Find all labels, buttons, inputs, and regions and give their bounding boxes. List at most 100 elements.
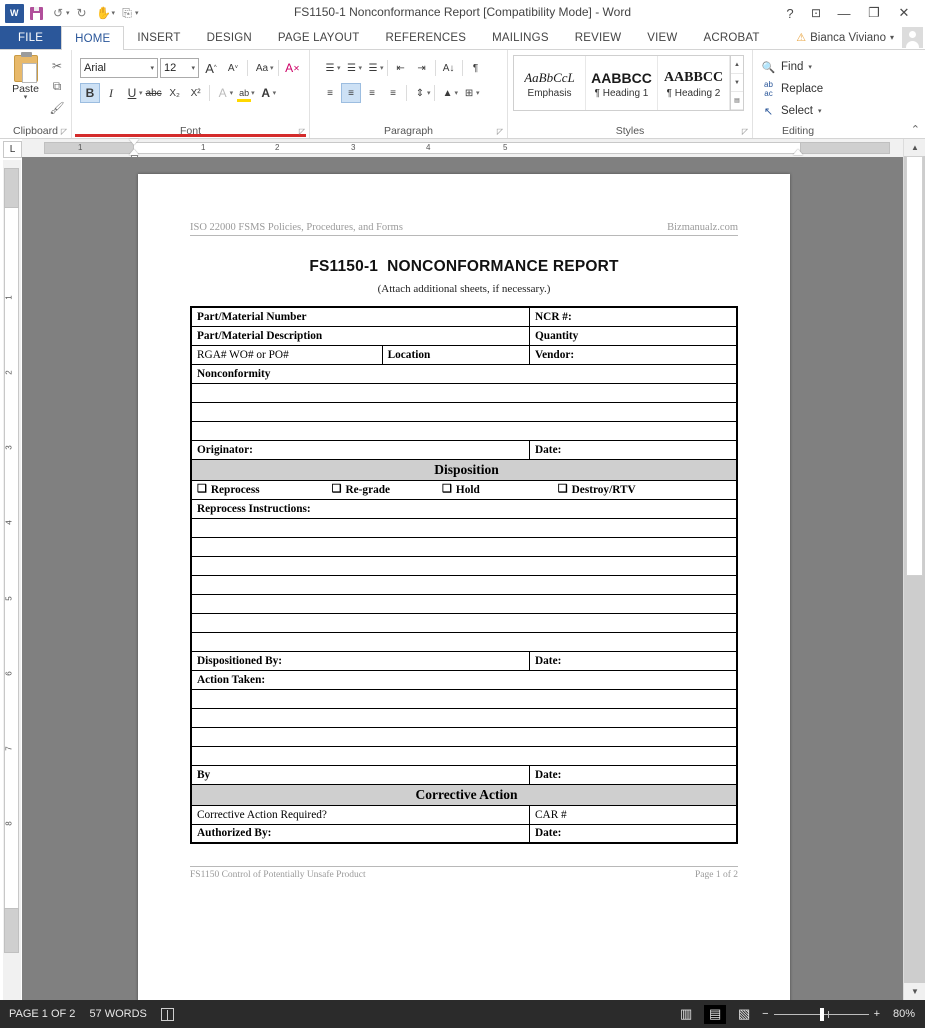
tab-design[interactable]: DESIGN bbox=[194, 26, 265, 49]
find-button[interactable]: 🔍 Find ▾ bbox=[758, 57, 812, 77]
form-blank-cell[interactable] bbox=[190, 593, 738, 614]
form-row[interactable] bbox=[190, 631, 738, 652]
copy-icon[interactable]: ⧉ bbox=[48, 78, 66, 95]
form-row[interactable] bbox=[190, 688, 738, 709]
line-spacing-caret[interactable]: ▾ bbox=[427, 89, 431, 97]
checkbox-option-re-grade[interactable]: ❑ Re-grade bbox=[332, 484, 390, 496]
form-row[interactable] bbox=[190, 555, 738, 576]
form-blank-cell[interactable] bbox=[190, 574, 738, 595]
form-row[interactable]: By Date: bbox=[190, 764, 738, 785]
form-blank-cell[interactable] bbox=[190, 555, 738, 576]
tab-insert[interactable]: INSERT bbox=[124, 26, 193, 49]
scrollbar-track[interactable] bbox=[904, 156, 925, 983]
form-row[interactable]: Authorized By: Date: bbox=[190, 823, 738, 844]
zoom-track[interactable] bbox=[773, 1007, 869, 1021]
form-blank-cell[interactable] bbox=[190, 745, 738, 766]
horizontal-ruler[interactable]: 1 1 2 3 4 5 bbox=[22, 139, 903, 160]
form-row[interactable]: Nonconformity bbox=[190, 363, 738, 384]
scrollbar-thumb[interactable] bbox=[906, 156, 923, 576]
increase-indent-icon[interactable]: ⇥ bbox=[412, 58, 432, 78]
maximize-icon[interactable]: ❐ bbox=[859, 1, 889, 25]
undo-dropdown-caret[interactable]: ▾ bbox=[66, 9, 70, 17]
undo-icon[interactable]: ↺ bbox=[48, 3, 68, 23]
tab-review[interactable]: REVIEW bbox=[562, 26, 635, 49]
style-heading-1[interactable]: AABBCC ¶ Heading 1 bbox=[586, 56, 658, 110]
copy-icon[interactable]: ⎘ bbox=[117, 3, 137, 23]
vertical-scrollbar[interactable]: ▲ ▼ bbox=[903, 139, 925, 1000]
paragraph-dialog-launcher[interactable]: ◸ bbox=[497, 127, 503, 136]
form-row[interactable]: RGA# WO# or PO# Location Vendor: bbox=[190, 344, 738, 365]
tab-references[interactable]: REFERENCES bbox=[373, 26, 480, 49]
collapse-ribbon-icon[interactable]: ⌃ bbox=[911, 123, 920, 136]
form-field-label[interactable]: Date: bbox=[529, 650, 738, 671]
align-left-icon[interactable]: ≡ bbox=[320, 83, 340, 103]
font-dialog-launcher[interactable]: ◸ bbox=[299, 127, 305, 136]
form-field-label[interactable]: RGA# WO# or PO# bbox=[190, 344, 383, 365]
checkbox-icon[interactable]: ❑ bbox=[558, 484, 568, 495]
account-area[interactable]: ⚠ Bianca Viviano ▾ bbox=[796, 26, 925, 49]
numbering-caret[interactable]: ▾ bbox=[359, 64, 363, 72]
form-row[interactable]: Originator: Date: bbox=[190, 439, 738, 460]
tab-page-layout[interactable]: PAGE LAYOUT bbox=[265, 26, 373, 49]
touch-mode-icon[interactable]: ✋ bbox=[94, 3, 114, 23]
zoom-in-icon[interactable]: + bbox=[874, 1008, 880, 1020]
form-row[interactable] bbox=[190, 517, 738, 538]
print-layout-icon[interactable]: ▤ bbox=[704, 1004, 727, 1024]
zoom-level[interactable]: 80% bbox=[887, 1008, 915, 1020]
document-canvas[interactable]: ISO 22000 FSMS Policies, Procedures, and… bbox=[22, 157, 903, 1000]
zoom-slider[interactable]: − + bbox=[762, 1007, 880, 1021]
read-mode-icon[interactable]: ▥ bbox=[675, 1005, 697, 1024]
checkbox-option-hold[interactable]: ❑ Hold bbox=[442, 484, 480, 496]
styles-dialog-launcher[interactable]: ◸ bbox=[742, 127, 748, 136]
form-blank-cell[interactable] bbox=[190, 612, 738, 633]
customize-qat-caret[interactable]: ▾ bbox=[135, 9, 139, 17]
tab-mailings[interactable]: MAILINGS bbox=[479, 26, 562, 49]
form-field-label[interactable]: Authorized By: bbox=[190, 823, 530, 844]
help-icon[interactable]: ? bbox=[777, 1, 803, 25]
find-caret[interactable]: ▾ bbox=[808, 63, 812, 71]
form-field-label[interactable]: Location bbox=[381, 344, 531, 365]
document-page[interactable]: ISO 22000 FSMS Policies, Procedures, and… bbox=[138, 174, 790, 1000]
form-blank-cell[interactable] bbox=[190, 517, 738, 538]
vertical-ruler[interactable]: 1 2 3 4 5 6 7 8 bbox=[3, 160, 21, 1000]
first-line-indent-marker[interactable] bbox=[129, 139, 139, 145]
proofing-errors-icon[interactable] bbox=[160, 1007, 174, 1021]
change-case-caret[interactable]: ▾ bbox=[270, 64, 274, 72]
justify-icon[interactable]: ≡ bbox=[383, 83, 403, 103]
form-field-label[interactable]: Date: bbox=[529, 439, 738, 460]
form-field-label[interactable]: NCR #: bbox=[529, 306, 738, 327]
form-row[interactable]: Part/Material Description Quantity bbox=[190, 325, 738, 346]
form-blank-cell[interactable] bbox=[190, 688, 738, 709]
clear-formatting-icon[interactable]: A ✕ bbox=[283, 58, 303, 78]
shrink-font-icon[interactable]: A ˅ bbox=[223, 58, 243, 78]
form-field-label[interactable]: Quantity bbox=[529, 325, 738, 346]
font-size-caret[interactable]: ▾ bbox=[191, 64, 195, 72]
tab-stop-selector[interactable]: L bbox=[3, 141, 22, 158]
font-color-caret[interactable]: ▾ bbox=[273, 89, 277, 97]
form-row[interactable]: Reprocess Instructions: bbox=[190, 498, 738, 519]
form-field-label[interactable]: Date: bbox=[529, 764, 738, 785]
multilevel-caret[interactable]: ▾ bbox=[380, 64, 384, 72]
web-layout-icon[interactable]: ▧ bbox=[733, 1005, 755, 1024]
page-indicator[interactable]: PAGE 1 OF 2 bbox=[9, 1008, 75, 1020]
form-row[interactable] bbox=[190, 420, 738, 441]
ribbon-display-options-icon[interactable]: ⊡ bbox=[803, 1, 829, 25]
zoom-out-icon[interactable]: − bbox=[762, 1008, 768, 1020]
clipboard-dialog-launcher[interactable]: ◸ bbox=[61, 127, 67, 136]
redo-icon[interactable]: ↻ bbox=[72, 3, 92, 23]
form-row[interactable] bbox=[190, 593, 738, 614]
superscript-icon[interactable]: X² bbox=[186, 83, 206, 103]
form-field-label[interactable]: Corrective Action Required? bbox=[190, 804, 530, 825]
replace-button[interactable]: ab ac Replace bbox=[758, 79, 823, 99]
borders-caret[interactable]: ▾ bbox=[476, 89, 480, 97]
form-blank-cell[interactable] bbox=[190, 420, 738, 441]
font-name-caret[interactable]: ▾ bbox=[150, 64, 154, 72]
close-icon[interactable]: ✕ bbox=[889, 1, 919, 25]
disposition-checkbox-row[interactable]: ❑ Reprocess ❑ Re-grade ❑ Hold ❑ Destroy/RTV bbox=[190, 479, 738, 500]
form-row[interactable]: Part/Material Number NCR #: bbox=[190, 306, 738, 327]
form-row[interactable] bbox=[190, 401, 738, 422]
form-row[interactable] bbox=[190, 745, 738, 766]
change-case-icon[interactable]: Aa bbox=[252, 58, 272, 78]
grow-font-icon[interactable]: A ^ bbox=[201, 58, 221, 78]
zoom-thumb[interactable] bbox=[819, 1007, 824, 1021]
